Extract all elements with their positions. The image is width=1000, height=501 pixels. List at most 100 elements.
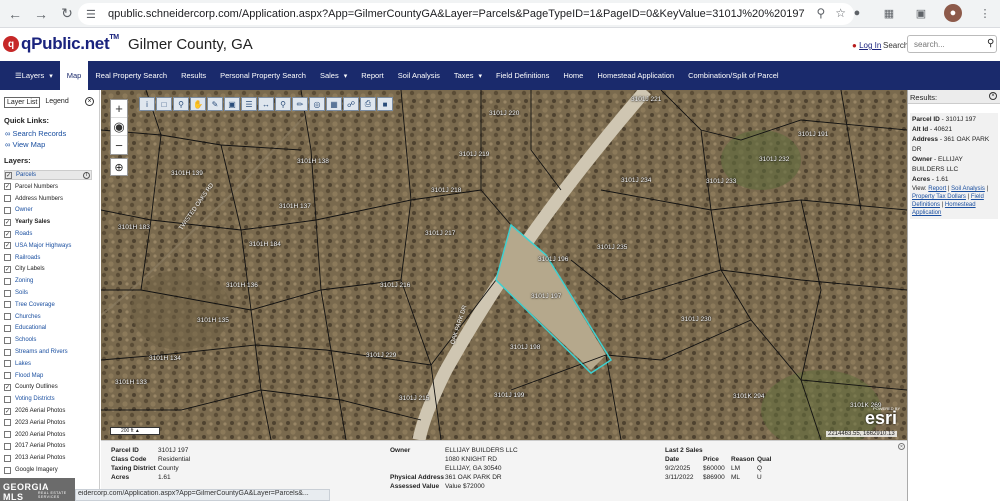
zoom-window-icon[interactable]: ⚲ — [173, 97, 189, 111]
draw-icon[interactable]: ✎ — [207, 97, 223, 111]
layer-parcel-numbers[interactable]: ✓ Parcel Numbers — [4, 182, 92, 192]
layer-checkbox[interactable] — [4, 277, 11, 285]
layer-checkbox[interactable]: ✓ — [4, 407, 11, 415]
nav-soil-analysis[interactable]: Soil Analysis — [391, 61, 447, 90]
layer-flood-map[interactable]: Flood Map — [4, 371, 92, 381]
bookmark-star-icon[interactable]: ☆ — [835, 6, 846, 20]
nav-taxes[interactable]: Taxes ▾ — [447, 61, 489, 90]
layer-checkbox[interactable] — [4, 206, 11, 214]
layer-checkbox[interactable] — [4, 313, 11, 321]
pan-icon[interactable]: ✋ — [190, 97, 206, 111]
zoom-out-button[interactable]: − — [111, 136, 127, 154]
qpublic-logo[interactable]: q qPublic.netTM — [3, 34, 119, 54]
layer-checkbox[interactable]: ✓ — [4, 230, 11, 238]
nav-home[interactable]: Home — [556, 61, 590, 90]
layer-address-numbers[interactable]: Address Numbers — [4, 194, 92, 204]
nav-combination-split-of-parcel[interactable]: Combination/Split of Parcel — [681, 61, 785, 90]
view-map-link[interactable]: ∞ View Map — [5, 140, 45, 149]
report-link[interactable]: Report — [928, 186, 946, 192]
layer-checkbox[interactable] — [4, 289, 11, 297]
layer-tree-coverage[interactable]: Tree Coverage — [4, 300, 92, 310]
search-icon[interactable]: ⚲ — [987, 38, 994, 49]
layer-checkbox[interactable] — [4, 431, 11, 439]
search-input[interactable] — [907, 35, 997, 53]
layer-checkbox[interactable]: ✓ — [4, 218, 11, 226]
layer-checkbox[interactable] — [4, 395, 11, 403]
map-view[interactable]: 3101J 221 3101J 220 3101J 219 3101J 218 3101… — [101, 90, 907, 440]
print-icon[interactable]: ⎙ — [360, 97, 376, 111]
close-info-icon[interactable]: × — [898, 443, 905, 450]
layer-checkbox[interactable] — [4, 442, 11, 450]
layer-yearly-sales[interactable]: ✓ Yearly Sales — [4, 217, 92, 227]
layer-2023-aerial-photos[interactable]: 2023 Aerial Photos — [4, 418, 92, 428]
close-results-icon[interactable]: × — [989, 92, 997, 100]
grid-icon[interactable]: ▦ — [326, 97, 342, 111]
layer-checkbox[interactable] — [4, 301, 11, 309]
select-icon[interactable]: □ — [156, 97, 172, 111]
nav-report[interactable]: Report — [354, 61, 391, 90]
layer-streams-and-rivers[interactable]: Streams and Rivers — [4, 347, 92, 357]
identify-icon[interactable]: i — [139, 97, 155, 111]
nav-layers[interactable]: ☰ Layers ▾ — [8, 61, 60, 90]
layer-roads[interactable]: ✓ Roads — [4, 229, 92, 239]
layer-churches[interactable]: Churches — [4, 312, 92, 322]
nav-homestead-application[interactable]: Homestead Application — [590, 61, 681, 90]
menu-kebab-icon[interactable]: ⋮ — [976, 4, 994, 22]
layer-checkbox[interactable] — [4, 419, 11, 427]
back-icon[interactable]: ← — [4, 3, 26, 25]
address-bar[interactable]: ☰ qpublic.schneidercorp.com/Application.… — [78, 3, 854, 25]
layer-checkbox[interactable] — [4, 348, 11, 356]
layer-lakes[interactable]: Lakes — [4, 359, 92, 369]
nav-real-property-search[interactable]: Real Property Search — [88, 61, 174, 90]
layer-parcels[interactable]: ✓ Parcels i — [4, 170, 92, 180]
layer-usa-major-highways[interactable]: ✓ USA Major Highways — [4, 241, 92, 251]
zoom-in-button[interactable]: + — [111, 100, 127, 118]
locate-icon[interactable]: ⊕ — [110, 158, 128, 176]
layer-voting-districts[interactable]: Voting Districts — [4, 394, 92, 404]
close-sidebar-icon[interactable]: × — [85, 97, 94, 106]
layer-owner[interactable]: Owner — [4, 205, 92, 215]
save-icon[interactable]: ■ — [377, 97, 393, 111]
layer-railroads[interactable]: Railroads — [4, 253, 92, 263]
tab-layer-list[interactable]: Layer List — [4, 97, 41, 108]
layer-checkbox[interactable] — [4, 324, 11, 332]
layer-checkbox[interactable] — [4, 466, 11, 474]
layer-icon[interactable]: ☰ — [241, 97, 257, 111]
property-tax-link[interactable]: Property Tax Dollars — [912, 194, 966, 200]
layer-checkbox[interactable] — [4, 195, 11, 203]
measure-icon[interactable]: ↔ — [258, 97, 274, 111]
forward-icon[interactable]: → — [30, 3, 52, 25]
layer-checkbox[interactable]: ✓ — [4, 183, 11, 191]
reload-icon[interactable]: ↻ — [56, 3, 78, 25]
extensions-puzzle-icon[interactable]: ▦ — [880, 4, 898, 22]
layer-checkbox[interactable]: ✓ — [4, 383, 11, 391]
layer-checkbox[interactable] — [4, 336, 11, 344]
layer-2020-aerial-photos[interactable]: 2020 Aerial Photos — [4, 430, 92, 440]
layer-checkbox[interactable] — [4, 454, 11, 462]
nav-personal-property-search[interactable]: Personal Property Search — [213, 61, 313, 90]
layer-2013-aerial-photos[interactable]: 2013 Aerial Photos — [4, 453, 92, 463]
layer-2026-aerial-photos[interactable]: ✓ 2026 Aerial Photos — [4, 406, 92, 416]
layer-county-outlines[interactable]: ✓ County Outlines — [4, 382, 92, 392]
layer-info-icon[interactable]: i — [83, 171, 90, 179]
nav-sales[interactable]: Sales ▾ — [313, 61, 354, 90]
layer-educational[interactable]: Educational — [4, 323, 92, 333]
globe-home-icon[interactable]: ◉ — [111, 118, 127, 136]
search-records-link[interactable]: ∞ Search Records — [5, 129, 66, 138]
layer-city-labels[interactable]: ✓ City Labels — [4, 264, 92, 274]
buffer-icon[interactable]: ◎ — [309, 97, 325, 111]
layer-checkbox[interactable]: ✓ — [4, 242, 11, 250]
nav-results[interactable]: Results — [174, 61, 213, 90]
layer-checkbox[interactable] — [4, 254, 11, 262]
layer-google-imagery[interactable]: Google Imagery — [4, 465, 92, 475]
zoom-icon[interactable]: ⚲ — [816, 6, 825, 20]
result-card[interactable]: Parcel ID - 3101J 197 Alt Id - 40621 Add… — [910, 113, 998, 219]
photo-icon[interactable]: ▣ — [224, 97, 240, 111]
tab-legend[interactable]: Legend — [43, 97, 71, 108]
login-link[interactable]: ● Log In — [852, 41, 881, 50]
layer-checkbox[interactable]: ✓ — [5, 171, 12, 179]
layer-checkbox[interactable]: ✓ — [4, 265, 11, 273]
profile-extension-icon[interactable]: ● — [848, 4, 866, 22]
cast-icon[interactable]: ▣ — [912, 4, 930, 22]
layer-soils[interactable]: Soils — [4, 288, 92, 298]
